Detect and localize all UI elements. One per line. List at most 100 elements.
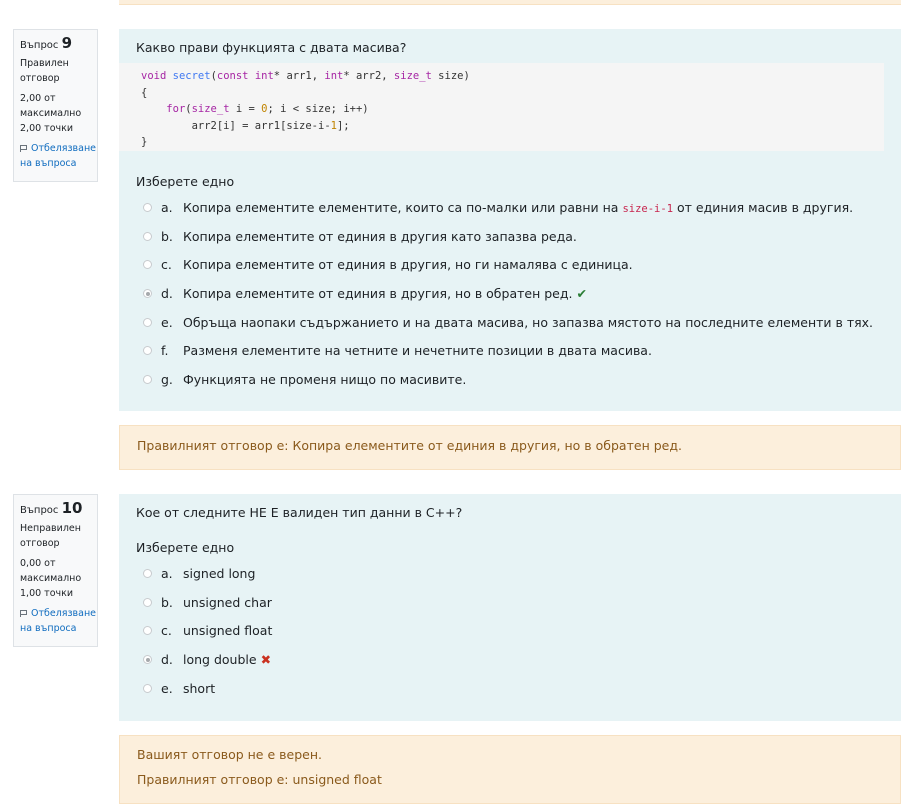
answer-letter: f. [161,343,169,359]
answer-option[interactable]: b. unsigned char [136,589,886,618]
answer-option[interactable]: c. unsigned float [136,617,886,646]
correct-answer-text: Правилният отговор е: unsigned float [137,772,382,787]
answer-option[interactable]: a. signed long [136,560,886,589]
question-grade: 0,00 от максимално 1,00 точки [20,556,97,601]
incorrect-answer-notice: Вашият отговор не е верен. [137,747,322,762]
answer-option[interactable]: c. Копира елементите от единия в другия,… [136,251,886,280]
flag-icon [20,610,27,617]
code-token: size) [431,70,470,82]
question-feedback-10: Вашият отговор не е верен. Правилният от… [119,735,901,804]
state-line: отговор [20,538,60,549]
code-token: size_t [191,103,230,115]
radio-button[interactable] [143,683,152,693]
radio-button[interactable] [143,260,152,270]
code-token: for [166,103,186,115]
answer-letter: e. [161,680,173,696]
answer-list: a. Копира елементите елементите, които с… [136,194,886,395]
grade-line: 0,00 от [20,558,56,569]
code-token: ; i < size; i++) [267,103,369,115]
answer-option[interactable]: g. Функцията не променя нищо по масивите… [136,366,886,395]
correct-answer-text: Правилният отговор е: Копира елементите … [137,438,682,453]
answer-label: Копира елементите от единия в другия, но… [183,280,587,309]
question-text: Кое от следните НЕ Е валиден тип данни в… [136,505,463,520]
flag-line: на въпроса [20,623,77,634]
radio-button-checked[interactable] [143,289,152,299]
answer-letter: c. [161,623,172,639]
grade-line: 2,00 от [20,93,56,104]
code-token: const int [216,70,274,82]
answer-label: Функцията не променя нищо по масивите. [183,372,467,388]
radio-button[interactable] [143,375,152,385]
code-block: void secret(const int* arr1, int* arr2, … [119,63,884,151]
answer-option-selected[interactable]: d. Копира елементите от единия в другия,… [136,280,886,309]
answer-letter: b. [161,594,173,610]
state-line: Правилен [20,58,69,69]
question-feedback-9: Правилният отговор е: Копира елементите … [119,425,901,470]
flag-line: Отбелязване [31,608,97,619]
answer-letter: d. [161,652,173,668]
question-number-value: 10 [61,499,83,517]
radio-button[interactable] [143,569,152,578]
cross-icon: ✖ [260,652,272,668]
radio-button[interactable] [143,346,152,356]
radio-button[interactable] [143,231,152,241]
answer-letter: c. [161,257,172,273]
answer-option[interactable]: b. Копира елементите от единия в другия … [136,223,886,252]
answer-letter: b. [161,228,173,244]
question-formulation-10: Кое от следните НЕ Е валиден тип данни в… [119,494,901,721]
radio-button-checked[interactable] [143,655,152,665]
code-token: secret [172,70,211,82]
answer-label: unsigned char [183,594,272,610]
answer-option[interactable]: f. Разменя елементите на четните и нечет… [136,337,886,366]
question-info-10: Въпрос 10 Неправилен отговор 0,00 от макси… [13,494,98,647]
radio-button[interactable] [143,597,152,607]
answer-prompt: Изберете едно [136,540,235,555]
answer-option[interactable]: a. Копира елементите елементите, които с… [136,194,886,223]
code-token: size_t [393,70,432,82]
code-token: ]; [336,119,350,132]
state-line: Неправилен [20,523,81,534]
state-line: отговор [20,73,60,84]
previous-feedback-box [119,0,901,5]
answer-letter: a. [161,566,173,581]
answer-label: Копира елементите от единия в другия, но… [183,257,633,273]
answer-letter: d. [161,286,173,302]
answer-label: Разменя елементите на четните и нечетнит… [183,343,652,359]
radio-button[interactable] [143,317,152,327]
grade-line: 1,00 точки [20,588,74,599]
radio-button[interactable] [143,203,152,212]
flag-line: Отбелязване [31,143,97,154]
question-number-value: 9 [61,34,73,52]
question-formulation-9: Какво прави функцията с двата масива? vo… [119,29,901,411]
answer-label: unsigned float [183,623,273,639]
question-label: Въпрос [20,40,59,51]
answer-letter: e. [161,314,173,330]
radio-button[interactable] [143,626,152,636]
check-icon: ✔ [576,286,587,302]
answer-text-part: long double [183,652,257,668]
question-number: Въпрос 10 [20,501,97,518]
answer-option-selected[interactable]: d. long double ✖ [136,646,886,675]
answer-text-part: от единия масив в другия. [673,200,854,215]
answer-label: signed long [183,566,256,581]
answer-text-part: Копира елементите от единия в другия, но… [183,286,573,302]
answer-label: Обръща наопаки съдържанието и на двата м… [183,314,874,330]
flag-icon [20,145,27,152]
code-token: } [141,136,148,148]
flag-question-link[interactable]: Отбелязване на въпроса [20,141,97,171]
flag-question-link[interactable]: Отбелязване на въпроса [20,606,97,636]
question-info-9: Въпрос 9 Правилен отговор 2,00 от максимал… [13,29,98,182]
answer-letter: g. [161,372,173,388]
answer-label: Копира елементите от единия в другия кат… [183,228,577,244]
answer-option[interactable]: e. Обръща наопаки съдържанието и на дват… [136,309,886,338]
flag-line: на въпроса [20,158,77,169]
question-state: Неправилен отговор [20,521,97,551]
answer-text-part: Копира елементите елементите, които са п… [183,200,623,215]
grade-line: максимално [20,108,82,119]
code-token: * arr1, [273,70,325,82]
question-grade: 2,00 от максимално 2,00 точки [20,91,97,136]
code-token: int [324,70,344,82]
answer-option[interactable]: e. short [136,675,886,704]
code-token: arr2[i] = arr1[size-i- [141,119,331,132]
